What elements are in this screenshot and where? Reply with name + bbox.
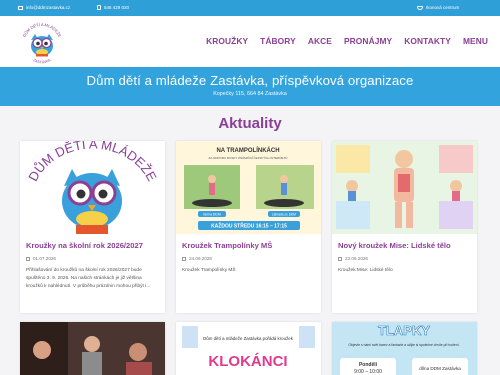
svg-text:TLAPKY: TLAPKY [378, 323, 430, 338]
accessibility-icon [417, 5, 423, 10]
svg-text:9:00 – 10:00: 9:00 – 10:00 [354, 369, 382, 375]
accessibility-link[interactable]: Ikonová centrum [417, 5, 459, 10]
main-nav: KROUŽKY TÁBORY AKCE PRONÁJMY KONTAKTY ME… [194, 36, 488, 46]
news-card-image[interactable]: Dům dětí a mládeže Zastávka pořádá krouž… [176, 322, 321, 375]
hero-title: Dům dětí a mládeže Zastávka, příspěvková… [86, 73, 414, 88]
card-date-text: 24.06.2026 [189, 256, 212, 261]
phone-link[interactable]: 546 429 020 [97, 5, 129, 10]
hero-banner: Dům dětí a mládeže Zastávka, příspěvková… [0, 67, 500, 106]
news-card[interactable]: Nový kroužek Mise: Lidské tělo 23.06.202… [332, 141, 477, 313]
accessibility-text: Ikonová centrum [426, 5, 460, 10]
card-title[interactable]: Kroužky na školní rok 2026/2027 [26, 241, 159, 250]
svg-text:dílna DDM Zastávka: dílna DDM Zastávka [419, 366, 461, 371]
card-date: 24.06.2026 [182, 256, 315, 261]
card-excerpt: Kroužek Trampolínky MŠ [182, 268, 236, 273]
svg-text:NA TRAMPOLÍNKÁCH: NA TRAMPOLÍNKÁCH [216, 146, 279, 154]
hero-address: Kopečky 115, 664 84 Zastávka [213, 91, 287, 97]
card-image[interactable]: DŮM DĚTÍ A MLÁDEŽE [20, 141, 165, 234]
svg-text:Dům dětí a mládeže Zastávka po: Dům dětí a mládeže Zastávka pořádá krouž… [203, 336, 294, 341]
card-title[interactable]: Nový kroužek Mise: Lidské tělo [338, 241, 471, 250]
logo[interactable]: DŮM DĚTÍ A MLÁDEŽE ZASTÁVKA [18, 18, 66, 66]
header: DŮM DĚTÍ A MLÁDEŽE ZASTÁVKA KROUŽKY TÁBO… [0, 16, 500, 67]
nav-kontakty[interactable]: KONTAKTY [404, 36, 451, 46]
tlapky-poster: TLAPKY Objevte s námi svět barev a fanta… [332, 322, 477, 375]
svg-text:farma DDM: farma DDM [203, 213, 221, 217]
card-excerpt: Kroužek Mise: Lidské tělo [338, 268, 393, 273]
card-date: 01.07.2026 [26, 256, 159, 261]
svg-text:Objevte s námi svět barev a fa: Objevte s námi svět barev a fantazie a u… [348, 343, 459, 347]
svg-text:Pondělí: Pondělí [359, 362, 378, 368]
nav-tabory[interactable]: TÁBORY [260, 36, 296, 46]
logo-text-top: DŮM DĚTÍ A MLÁDEŽE [22, 22, 63, 38]
svg-text:KAŽDOU STŘEDU 16:15 – 17:15: KAŽDOU STŘEDU 16:15 – 17:15 [211, 222, 287, 230]
nav-menu[interactable]: MENU [463, 36, 488, 46]
top-bar: info@ddmzastavka.cz 546 429 020 Ikonová … [0, 0, 500, 16]
news-card-image[interactable]: TLAPKY Objevte s námi svět barev a fanta… [332, 322, 477, 375]
svg-text:zahrada ze DDM: zahrada ze DDM [272, 213, 296, 217]
klokanci-poster: Dům dětí a mládeže Zastávka pořádá krouž… [176, 322, 321, 375]
trampoline-poster: NA TRAMPOLÍNKÁCH ZA ODPORU RUSKY ZNÁMIČN… [176, 141, 321, 234]
calendar-icon [182, 256, 186, 261]
card-date-text: 01.07.2026 [33, 256, 56, 261]
card-image[interactable] [332, 141, 477, 234]
news-card[interactable]: DŮM DĚTÍ A MLÁDEŽE Kroužky na školní rok… [20, 141, 165, 313]
section-title: Aktuality [218, 115, 282, 132]
card-image[interactable]: NA TRAMPOLÍNKÁCH ZA ODPORU RUSKY ZNÁMIČN… [176, 141, 321, 234]
email-text: info@ddmzastavka.cz [26, 5, 71, 10]
nav-akce[interactable]: AKCE [308, 36, 332, 46]
logo-text-bottom: ZASTÁVKA [32, 58, 52, 65]
mail-icon [18, 5, 23, 10]
owl-logo-image: DŮM DĚTÍ A MLÁDEŽE [25, 141, 160, 234]
card-date: 23.06.2026 [338, 256, 471, 261]
card-excerpt: Přihlašování do kroužků na školní rok 20… [26, 268, 151, 289]
email-link[interactable]: info@ddmzastavka.cz [18, 5, 70, 10]
news-card[interactable]: NA TRAMPOLÍNKÁCH ZA ODPORU RUSKY ZNÁMIČN… [176, 141, 321, 313]
fitness-photo [20, 322, 165, 375]
phone-text: 546 429 020 [104, 5, 130, 10]
human-body-poster [332, 141, 477, 234]
svg-text:ZA ODPORU RUSKY ZNÁMIČNÍ ČEJSK: ZA ODPORU RUSKY ZNÁMIČNÍ ČEJSKÝCH INTERN… [209, 155, 288, 160]
calendar-icon [26, 256, 30, 261]
nav-krouzky[interactable]: KROUŽKY [206, 36, 248, 46]
card-title[interactable]: Kroužek Trampolínky MŠ [182, 241, 315, 250]
svg-text:KLOKÁNCI: KLOKÁNCI [208, 353, 287, 370]
card-date-text: 23.06.2026 [345, 256, 368, 261]
news-card-image[interactable] [20, 322, 165, 375]
phone-icon [97, 5, 101, 10]
nav-pronajmy[interactable]: PRONÁJMY [344, 36, 392, 46]
calendar-icon [338, 256, 342, 261]
